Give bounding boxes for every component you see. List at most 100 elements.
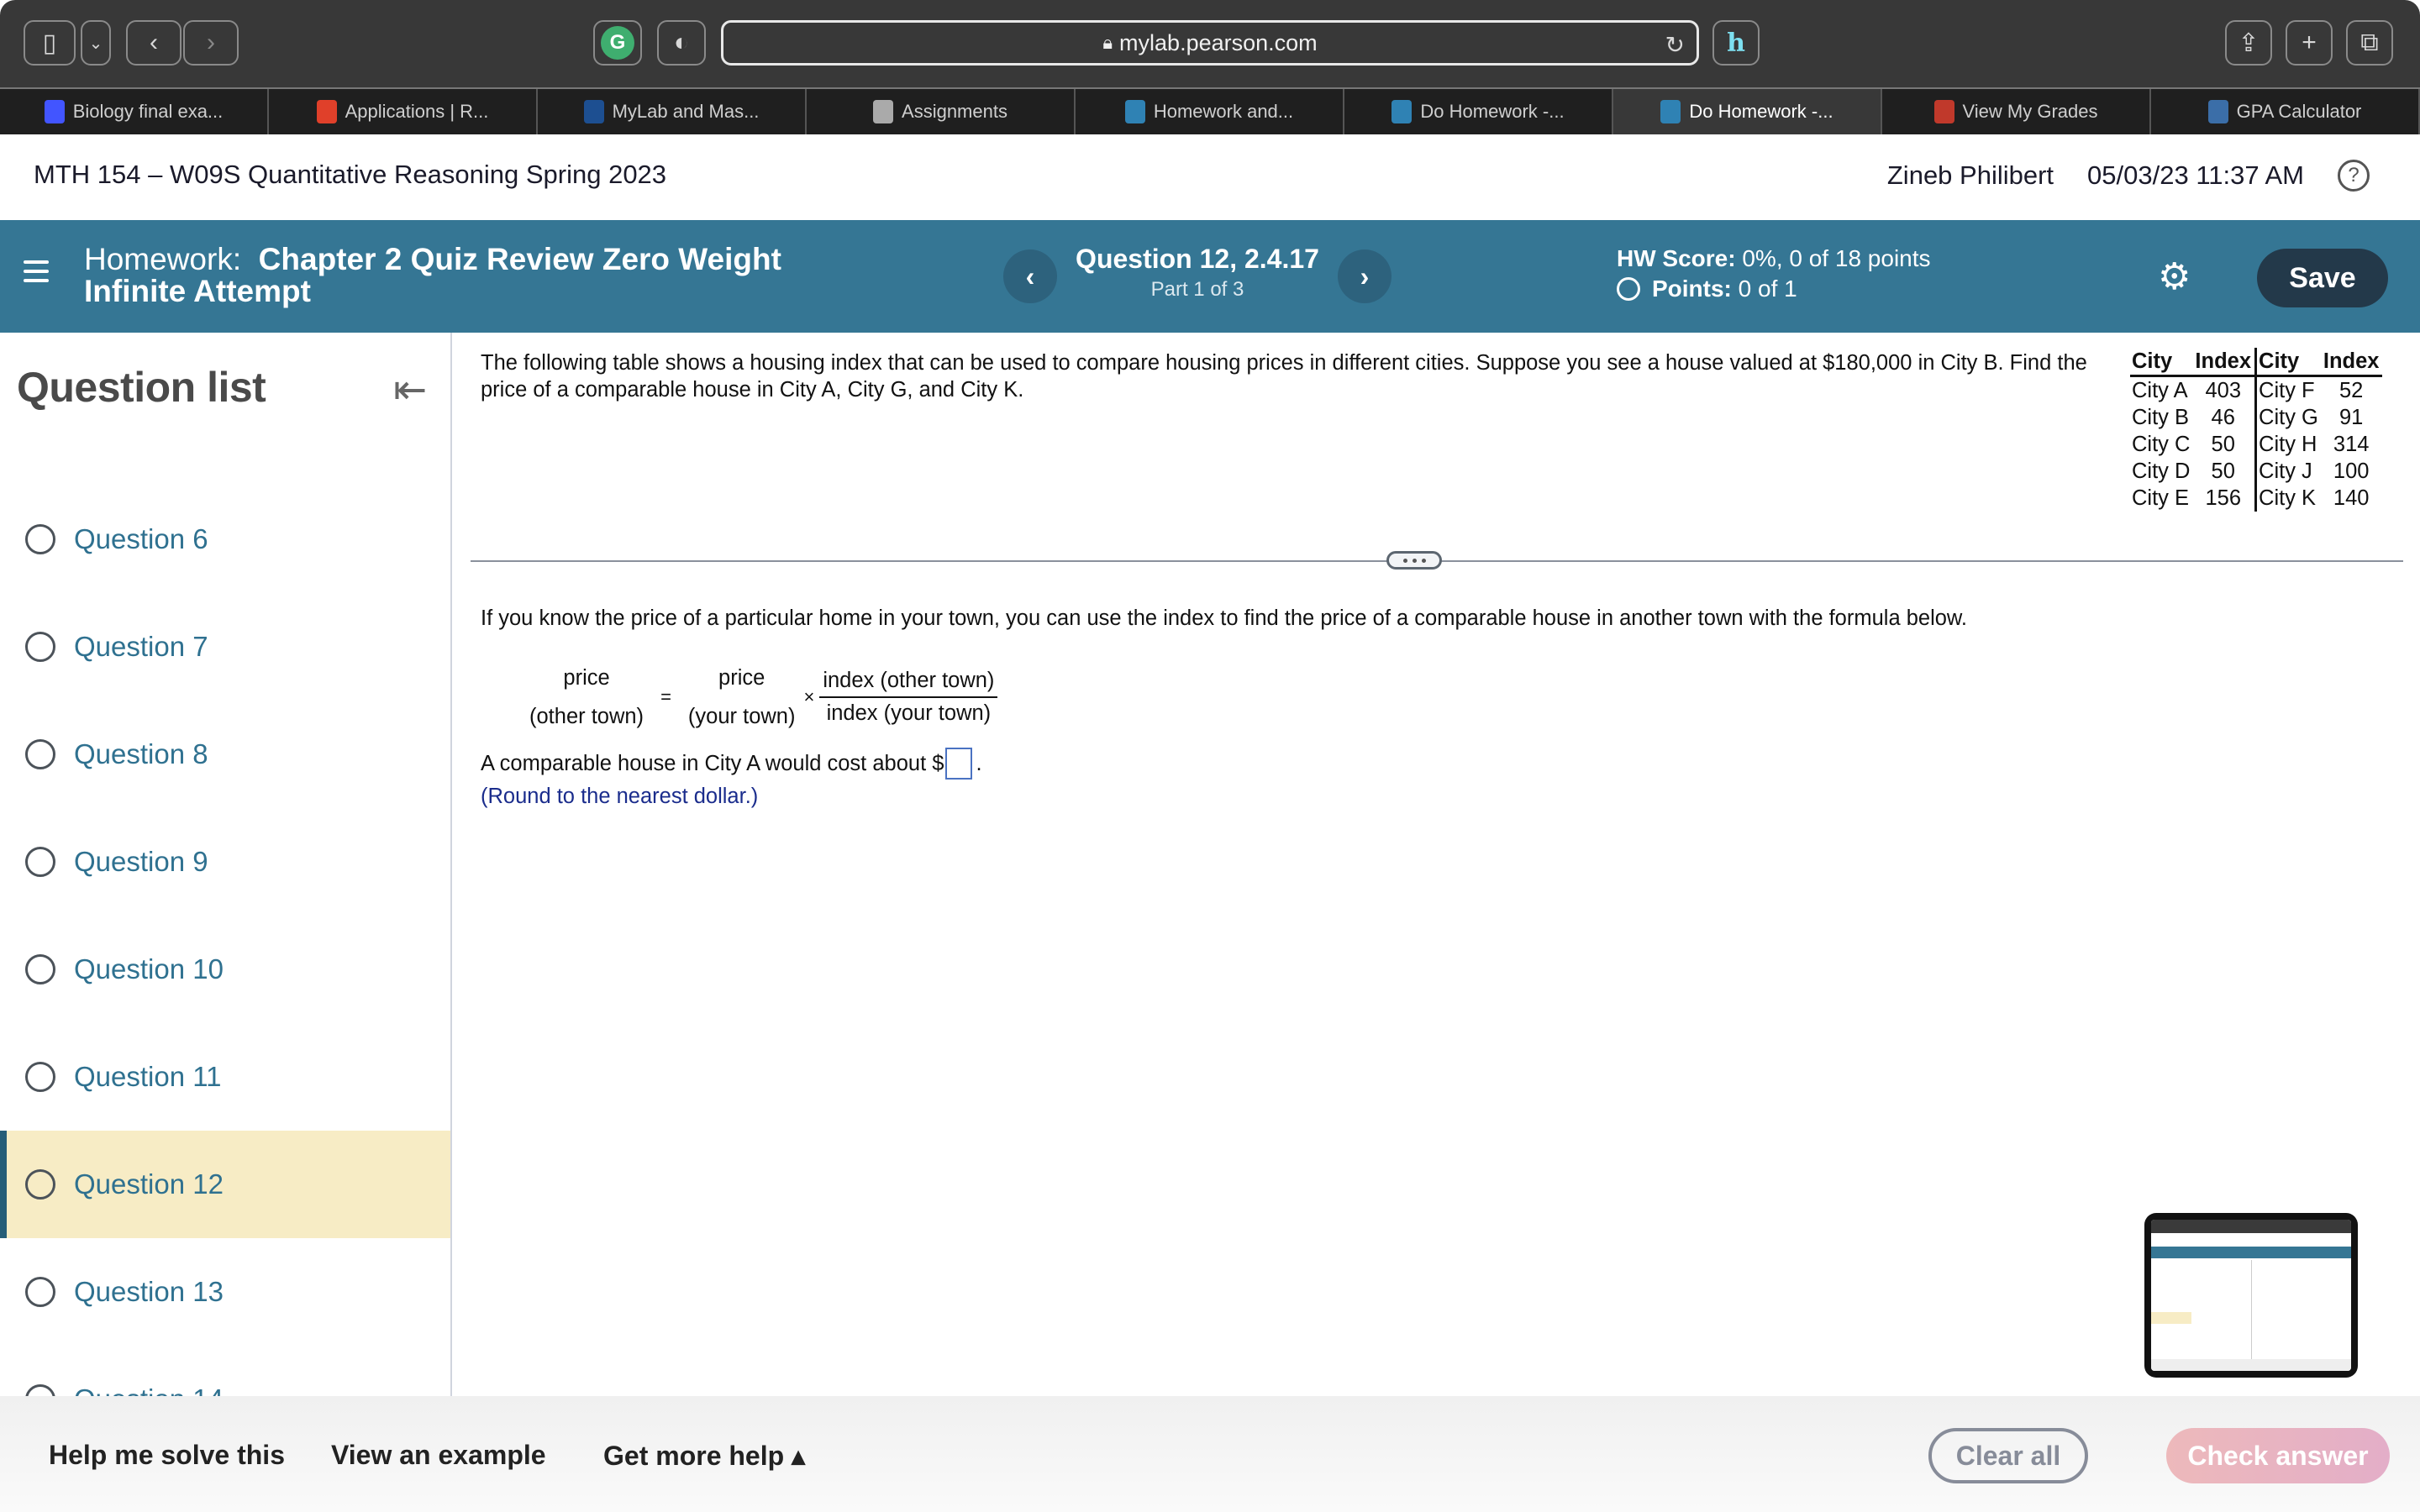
get-more-help-menu[interactable]: Get more help ▴ (603, 1440, 805, 1472)
city-name-cell: City K (2254, 485, 2322, 512)
calculator-icon (2207, 100, 2228, 123)
clear-all-button[interactable]: Clear all (1928, 1428, 2088, 1483)
browser-tab-label: Do Homework -... (1420, 101, 1565, 122)
share-button[interactable]: ⇪ (2225, 20, 2272, 66)
question-list-label: Question 12 (74, 1168, 224, 1200)
browser-tab-label: MyLab and Mas... (612, 101, 760, 122)
address-bar[interactable]: 🔒︎ mylab.pearson.com ↻ (721, 20, 1699, 66)
index-value-cell: 314 (2333, 433, 2370, 456)
city-a-price-input[interactable] (945, 748, 973, 780)
grammarly-extension-button[interactable]: G (593, 20, 642, 66)
browser-tab-label: View My Grades (1962, 101, 2098, 122)
formula-lhs-top: price (563, 666, 610, 690)
help-me-solve-link[interactable]: Help me solve this (49, 1440, 285, 1471)
table-header: Index (2193, 348, 2256, 377)
chevron-right-icon: › (1360, 260, 1370, 291)
forward-button[interactable]: › (183, 20, 239, 66)
reload-icon[interactable]: ↻ (1665, 31, 1685, 59)
collapse-panel-icon[interactable]: ⇤ (393, 366, 427, 413)
question-list-item[interactable]: Question 14 (0, 1346, 450, 1396)
pearson-p-icon (1124, 100, 1145, 123)
datetime: 05/03/23 11:37 AM (2087, 160, 2304, 190)
question-status-icon (25, 1169, 55, 1200)
price-formula: price (other town) = price (your town) ×… (529, 659, 998, 736)
sidebar-toggle-button[interactable]: ▯ (24, 20, 76, 66)
question-list-item[interactable]: Question 13 (0, 1238, 450, 1346)
index-value-cell: 52 (2338, 379, 2364, 402)
browser-tab[interactable]: Assignments (807, 89, 1076, 134)
question-list-item[interactable]: Question 6 (0, 486, 450, 593)
new-tab-button[interactable]: + (2286, 20, 2333, 66)
table-row: City D 50 City J 100 (2130, 458, 2382, 485)
index-value-cell: 91 (2338, 406, 2364, 429)
browser-tab[interactable]: Homework and... (1076, 89, 1344, 134)
question-list-item[interactable]: Question 8 (0, 701, 450, 808)
sidebar-icon: ▯ (42, 29, 57, 57)
index-value-cell: 50 (2211, 433, 2235, 456)
question-list-label: Question 8 (74, 738, 208, 769)
resize-handle[interactable] (1386, 551, 1442, 570)
menu-icon[interactable] (24, 260, 49, 288)
gear-icon[interactable]: ⚙ (2158, 255, 2191, 298)
next-question-button[interactable]: › (1338, 249, 1392, 303)
question-list-panel: Question list ⇤ Question 6 Question 7 Ques… (0, 333, 452, 1396)
question-list-label: Question 10 (74, 953, 224, 984)
city-name-cell: City F (2254, 375, 2322, 404)
plus-icon: + (2302, 29, 2317, 56)
browser-tab[interactable]: Do Homework -... (1344, 89, 1613, 134)
pearson-p-icon (1660, 100, 1681, 123)
browser-tab[interactable]: Applications | R... (269, 89, 538, 134)
quizlet-icon (44, 100, 65, 123)
homework-name-line1: Chapter 2 Quiz Review Zero Weight (258, 242, 781, 276)
question-list-item[interactable]: Question 9 (0, 808, 450, 916)
browser-tab-label: GPA Calculator (2236, 101, 2362, 122)
city-name-cell: City E (2132, 486, 2190, 510)
browser-tab[interactable]: GPA Calculator (2151, 89, 2420, 134)
browser-tab[interactable]: MyLab and Mas... (538, 89, 807, 134)
question-info: Question 12, 2.4.17 Part 1 of 3 (1050, 244, 1344, 302)
honey-extension-button[interactable]: h (1712, 20, 1760, 66)
chevron-left-icon: ‹ (1025, 260, 1035, 291)
rounding-note: (Round to the nearest dollar.) (481, 785, 759, 808)
tab-group-dropdown[interactable]: ⌄ (81, 20, 111, 66)
formula-intro: If you know the price of a particular ho… (481, 606, 1968, 630)
table-header: Index (2321, 348, 2383, 377)
table-header: City (2254, 348, 2322, 377)
privacy-extension-button[interactable]: ◐ (657, 20, 706, 66)
grammarly-icon: G (601, 26, 634, 60)
question-list-label: Question 7 (74, 631, 208, 662)
check-answer-button[interactable]: Check answer (2166, 1428, 2390, 1483)
question-list-item[interactable]: Question 10 (0, 916, 450, 1023)
previous-question-button[interactable]: ‹ (1003, 249, 1057, 303)
question-part: Part 1 of 3 (1150, 278, 1244, 301)
question-list-item[interactable]: Question 12 (0, 1131, 450, 1238)
question-status-icon (25, 632, 55, 662)
formula-lhs-bottom: (other town) (529, 705, 644, 728)
city-name-cell: City B (2132, 406, 2190, 429)
city-name-cell: City G (2254, 404, 2322, 431)
homework-name-line2: Infinite Attempt (84, 274, 311, 308)
question-list-item[interactable]: Question 11 (0, 1023, 450, 1131)
answer-prefix: A comparable house in City A would cost … (481, 751, 944, 775)
screenshot-thumbnail[interactable] (2144, 1213, 2358, 1378)
question-number: Question 12, 2.4.17 (1076, 244, 1319, 274)
browser-tab-label: Applications | R... (345, 101, 489, 122)
share-icon: ⇪ (2238, 29, 2260, 57)
index-value-cell: 100 (2333, 459, 2370, 483)
browser-tab[interactable]: Do Homework -... (1613, 89, 1882, 134)
browser-tab[interactable]: Biology final exa... (0, 89, 269, 134)
help-icon[interactable]: ? (2338, 160, 2370, 192)
tab-overview-button[interactable]: ⧉ (2346, 20, 2393, 66)
browser-tab[interactable]: View My Grades (1882, 89, 2151, 134)
save-button[interactable]: Save (2257, 249, 2388, 307)
chevron-left-icon: ‹ (150, 29, 158, 56)
pearson-p-icon (1392, 100, 1413, 123)
view-example-link[interactable]: View an example (331, 1440, 546, 1471)
back-button[interactable]: ‹ (126, 20, 182, 66)
points-status-icon (1617, 277, 1640, 301)
question-list-item[interactable]: Question 7 (0, 593, 450, 701)
question-prompt: The following table shows a housing inde… (481, 351, 2087, 402)
browser-tab-label: Biology final exa... (72, 101, 224, 122)
browser-tab-label: Assignments (902, 101, 1007, 122)
browser-tab-bar: Biology final exa... Applications | R... M… (0, 87, 2420, 134)
